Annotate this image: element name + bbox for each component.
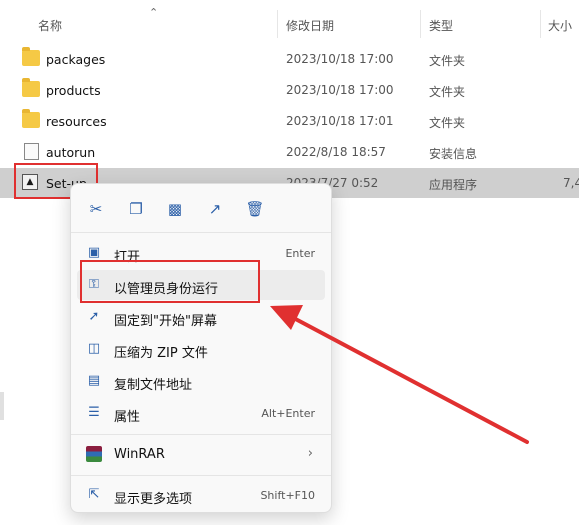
file-row-packages[interactable]: packages 2023/10/18 17:00 文件夹 <box>0 44 579 74</box>
menu-item-compress-zip[interactable]: ◫ 压缩为 ZIP 文件 <box>77 334 325 364</box>
file-name: packages <box>46 52 106 67</box>
menu-item-properties[interactable]: ☰ 属性 Alt+Enter <box>77 398 325 428</box>
file-size: 7,4 <box>563 176 579 190</box>
file-name: autorun <box>46 145 96 160</box>
file-type: 文件夹 <box>429 116 466 130</box>
column-header: 名称 ⌃ 修改日期 类型 大小 <box>0 0 579 38</box>
cut-icon[interactable]: ✂ <box>84 197 108 221</box>
menu-item-copy-path[interactable]: ▤ 复制文件地址 <box>77 366 325 396</box>
folder-icon <box>22 78 40 97</box>
folder-icon <box>22 109 40 128</box>
share-icon[interactable]: ↗ <box>203 197 227 221</box>
settings-file-icon <box>24 143 39 160</box>
menu-divider <box>71 434 331 435</box>
highlight-box-run-as-admin <box>80 260 260 303</box>
file-date: 2023/10/18 17:00 <box>286 52 394 66</box>
column-modified-header[interactable]: 修改日期 <box>286 17 334 34</box>
copy-path-icon: ▤ <box>87 373 101 388</box>
menu-item-label: 复制文件地址 <box>114 378 193 393</box>
menu-item-label: 显示更多选项 <box>114 492 193 507</box>
file-type: 文件夹 <box>429 54 466 68</box>
menu-item-label: 固定到"开始"屏幕 <box>114 314 217 329</box>
column-separator[interactable] <box>540 10 541 38</box>
context-menu: ✂ ❐ ▩ ↗ 🗑 ▣ 打开 Enter ⚿ 以管理员身份运行 ➚ 固定到"开始… <box>70 183 332 513</box>
file-type: 应用程序 <box>429 178 478 192</box>
file-type: 安装信息 <box>429 147 478 161</box>
file-type: 文件夹 <box>429 85 466 99</box>
open-icon: ▣ <box>87 245 101 260</box>
file-date: 2023/10/18 17:00 <box>286 83 394 97</box>
folder-icon <box>22 47 40 66</box>
zip-icon: ◫ <box>87 341 101 356</box>
file-row-products[interactable]: products 2023/10/18 17:00 文件夹 <box>0 75 579 105</box>
menu-divider <box>71 475 331 476</box>
file-row-resources[interactable]: resources 2023/10/18 17:01 文件夹 <box>0 106 579 136</box>
column-size-header[interactable]: 大小 <box>548 17 572 34</box>
file-date: 2022/8/18 18:57 <box>286 145 386 159</box>
menu-item-label: 属性 <box>114 410 141 425</box>
menu-item-shortcut: Alt+Enter <box>261 407 315 420</box>
properties-icon: ☰ <box>88 405 100 420</box>
menu-item-label: 压缩为 ZIP 文件 <box>114 346 208 361</box>
menu-item-pin-to-start[interactable]: ➚ 固定到"开始"屏幕 <box>77 302 325 332</box>
scrollbar-thumb[interactable] <box>0 392 4 420</box>
file-date: 2023/10/18 17:01 <box>286 114 394 128</box>
quick-actions-bar: ✂ ❐ ▩ ↗ 🗑 <box>71 194 331 224</box>
winrar-icon <box>86 446 102 462</box>
file-name: products <box>46 83 101 98</box>
menu-item-label: WinRAR <box>114 447 165 462</box>
more-options-icon: ⇱ <box>88 487 100 502</box>
copy-icon[interactable]: ❐ <box>124 197 148 221</box>
menu-item-shortcut: Shift+F10 <box>260 489 315 502</box>
rename-icon[interactable]: ▩ <box>163 197 187 221</box>
column-separator[interactable] <box>277 10 278 38</box>
menu-divider <box>71 232 331 233</box>
column-separator[interactable] <box>420 10 421 38</box>
column-name-header[interactable]: 名称 <box>38 17 62 34</box>
pin-icon: ➚ <box>88 309 100 324</box>
menu-item-winrar[interactable]: WinRAR › <box>77 439 325 469</box>
menu-item-shortcut: Enter <box>285 247 315 260</box>
delete-icon[interactable]: 🗑 <box>243 197 267 221</box>
menu-item-show-more-options[interactable]: ⇱ 显示更多选项 Shift+F10 <box>77 480 325 510</box>
chevron-right-icon: › <box>307 446 313 461</box>
sort-ascending-icon: ⌃ <box>149 6 159 19</box>
file-name: resources <box>46 114 107 129</box>
column-type-header[interactable]: 类型 <box>429 17 453 34</box>
